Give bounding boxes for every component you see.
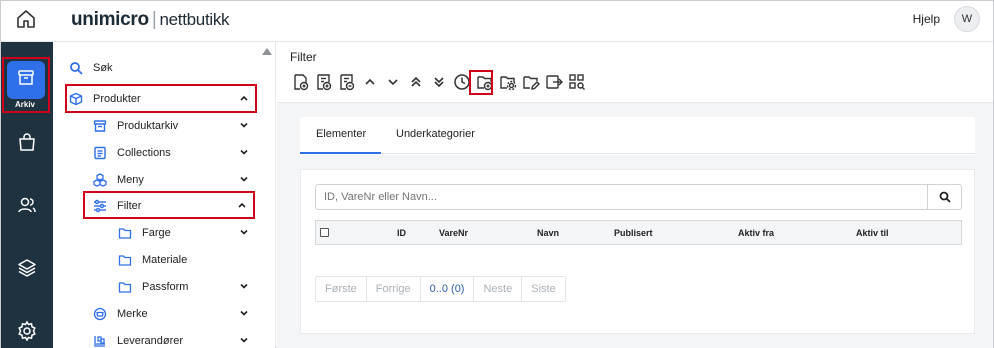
brand-icon bbox=[93, 307, 107, 320]
sidebar-item-collections[interactable]: Collections bbox=[93, 139, 255, 166]
tabs-divider bbox=[300, 153, 975, 154]
sidebar-tree: Søk Produkter Produktarkiv Collections M… bbox=[53, 42, 276, 348]
column-header-id[interactable]: ID bbox=[397, 228, 406, 238]
column-header-aktiv-fra[interactable]: Aktiv fra bbox=[738, 228, 774, 238]
chevron-down-icon[interactable] bbox=[239, 308, 249, 318]
sidebar-item-sok[interactable]: Søk bbox=[69, 54, 259, 81]
cubes-icon bbox=[93, 172, 107, 187]
left-rail: Arkiv bbox=[1, 42, 53, 348]
scroll-up-arrow[interactable] bbox=[262, 48, 272, 55]
chevron-down-icon[interactable] bbox=[239, 174, 249, 184]
rail-active-label: Arkiv bbox=[14, 100, 35, 109]
chevron-down-icon[interactable] bbox=[239, 281, 249, 291]
top-bar: unimicro | nettbutikk Hjelp W bbox=[1, 1, 993, 42]
sidebar-item-farge[interactable]: Farge bbox=[118, 219, 255, 246]
chevron-down-icon[interactable] bbox=[239, 120, 249, 130]
pager-last[interactable]: Siste bbox=[522, 277, 565, 301]
sidebar-item-label: Farge bbox=[142, 226, 171, 239]
chevron-up-icon[interactable] bbox=[237, 200, 247, 210]
add-doc-icon[interactable] bbox=[290, 71, 312, 93]
tabs: Elementer Underkategorier bbox=[300, 117, 975, 155]
column-header-varenr[interactable]: VareNr bbox=[439, 228, 468, 238]
sidebar-item-materiale[interactable]: Materiale bbox=[118, 246, 255, 273]
sidebar-item-merke[interactable]: Merke bbox=[93, 300, 255, 327]
column-header-navn[interactable]: Navn bbox=[537, 228, 559, 238]
sidebar-item-label: Passform bbox=[142, 280, 189, 293]
search-icon bbox=[70, 61, 83, 75]
page-title: Filter bbox=[290, 50, 317, 64]
sidebar-item-label: Leverandører bbox=[117, 334, 184, 347]
sidebar-item-produkter[interactable]: Produkter bbox=[69, 85, 255, 112]
rail-item-shop[interactable] bbox=[1, 117, 53, 169]
sidebar-item-leverandorer[interactable]: Leverandører bbox=[93, 327, 255, 348]
avatar[interactable]: W bbox=[954, 6, 980, 32]
active-tab-indicator bbox=[300, 152, 381, 154]
chevron-down-icon[interactable] bbox=[239, 335, 249, 345]
folder-icon bbox=[118, 254, 132, 266]
sidebar-item-label: Materiale bbox=[142, 253, 188, 266]
double-chevron-up-icon[interactable] bbox=[405, 71, 427, 93]
search-input[interactable] bbox=[315, 184, 928, 210]
remove-list-icon[interactable] bbox=[336, 71, 358, 93]
folder-icon bbox=[118, 227, 132, 239]
select-all-checkbox[interactable] bbox=[320, 228, 329, 237]
search-icon bbox=[939, 191, 951, 203]
sidebar-item-label: Produktarkiv bbox=[117, 119, 179, 132]
elements-panel: ID VareNr Navn Publisert Aktiv fra Aktiv… bbox=[300, 169, 975, 334]
pager-first[interactable]: Første bbox=[316, 277, 367, 301]
sidebar-item-produktarkiv[interactable]: Produktarkiv bbox=[93, 112, 255, 139]
folder-icon bbox=[118, 281, 132, 293]
toolbar bbox=[290, 70, 589, 94]
sidebar-item-meny[interactable]: Meny bbox=[93, 166, 255, 193]
home-icon[interactable] bbox=[14, 7, 38, 31]
sidebar-item-label: Merke bbox=[117, 307, 148, 320]
column-header-publisert[interactable]: Publisert bbox=[614, 228, 653, 238]
pager-next[interactable]: Neste bbox=[474, 277, 523, 301]
sidebar-item-passform[interactable]: Passform bbox=[118, 273, 255, 300]
sidebar-item-label: Filter bbox=[117, 199, 142, 212]
rail-item-archive[interactable] bbox=[7, 61, 45, 99]
sidebar-item-label: Meny bbox=[117, 173, 144, 186]
tab-underkategorier[interactable]: Underkategorier bbox=[396, 128, 475, 140]
double-chevron-down-icon[interactable] bbox=[428, 71, 450, 93]
archive-icon bbox=[18, 70, 34, 85]
chevron-up-icon[interactable] bbox=[359, 71, 381, 93]
rail-item-settings[interactable] bbox=[1, 306, 53, 348]
chevron-up-icon[interactable] bbox=[239, 93, 249, 103]
pagination: Første Forrige 0..0 (0) Neste Siste bbox=[315, 276, 566, 302]
settings-icon bbox=[18, 320, 36, 342]
pager-current: 0..0 (0) bbox=[420, 277, 475, 301]
rail-item-users[interactable] bbox=[1, 180, 53, 232]
tab-elementer[interactable]: Elementer bbox=[316, 128, 366, 140]
table-header: ID VareNr Navn Publisert Aktiv fra Aktiv… bbox=[315, 220, 962, 245]
sliders-icon bbox=[94, 199, 106, 212]
chevron-down-icon[interactable] bbox=[239, 147, 249, 157]
chevron-down-icon[interactable] bbox=[382, 71, 404, 93]
sidebar-item-filter[interactable]: Filter bbox=[93, 192, 253, 219]
sidebar-item-label: Collections bbox=[117, 146, 171, 159]
search-button[interactable] bbox=[928, 184, 962, 210]
folder-settings-icon[interactable] bbox=[497, 71, 519, 93]
help-link[interactable]: Hjelp bbox=[913, 12, 940, 26]
supplier-icon bbox=[94, 335, 105, 347]
folder-edit-icon[interactable] bbox=[520, 71, 542, 93]
chevron-down-icon[interactable] bbox=[239, 227, 249, 237]
shopping-bag-icon bbox=[19, 133, 35, 151]
export-icon[interactable] bbox=[543, 71, 565, 93]
add-folder-highlight bbox=[469, 70, 493, 95]
collection-icon bbox=[94, 146, 106, 159]
brand-logo[interactable]: unimicro | nettbutikk bbox=[71, 9, 230, 31]
qr-search-icon[interactable] bbox=[566, 71, 588, 93]
add-list-icon[interactable] bbox=[313, 71, 335, 93]
users-icon bbox=[18, 197, 36, 213]
pager-prev[interactable]: Forrige bbox=[366, 277, 421, 301]
layers-icon bbox=[18, 259, 36, 277]
archive-icon bbox=[93, 119, 107, 132]
sidebar-item-label: Produkter bbox=[93, 92, 141, 105]
main-panel: Filter Elementer Underkategorier ID, Var… bbox=[277, 42, 993, 348]
column-header-aktiv-til[interactable]: Aktiv til bbox=[856, 228, 889, 238]
sidebar-item-label: Søk bbox=[93, 61, 113, 74]
rail-item-layers[interactable] bbox=[1, 243, 53, 295]
cube-icon bbox=[69, 92, 83, 105]
